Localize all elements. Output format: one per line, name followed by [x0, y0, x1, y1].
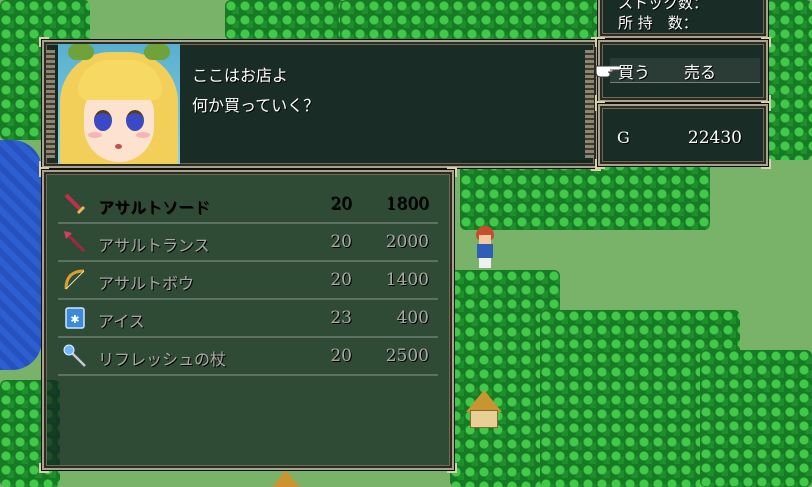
sell-command[interactable]: 売る — [684, 59, 716, 83]
item-name: アサルトランス — [98, 236, 210, 255]
dialog-line-1: ここはお店よ — [192, 66, 289, 85]
item-price: 400 — [396, 308, 429, 328]
sword-icon — [64, 193, 86, 215]
shop-item-row[interactable]: リフレッシュの杖 20 2500 — [58, 338, 438, 376]
shop-item-row[interactable]: アサルトソード 20 1800 — [58, 186, 438, 224]
stock-status-window: ストック数： 所 持 数： — [597, 0, 769, 39]
item-name: アサルトソード — [98, 198, 211, 217]
owned-label: 所 持 数： — [618, 14, 698, 32]
shop-item-row[interactable]: アサルトランス 20 2000 — [58, 224, 438, 262]
bow-icon — [64, 269, 85, 290]
svg-text:✱: ✱ — [70, 313, 79, 326]
item-stock: 20 — [330, 232, 352, 252]
dialog-line-2: 何か買っていく？ — [192, 96, 320, 115]
item-price: 2000 — [385, 232, 429, 252]
shop-item-row[interactable]: ✱ アイス 23 400 — [58, 300, 438, 338]
item-name: アイス — [98, 312, 145, 331]
spear-icon — [63, 230, 86, 253]
item-stock: 20 — [330, 270, 352, 290]
gold-label: G — [617, 128, 630, 147]
village-house — [466, 390, 502, 428]
shop-item-row[interactable]: アサルトボウ 20 1400 — [58, 262, 438, 300]
book-icon: ✱ — [65, 307, 85, 329]
gold-value: 22430 — [687, 128, 742, 148]
item-name: リフレッシュの杖 — [98, 350, 227, 369]
village-house — [268, 470, 304, 487]
item-stock: 23 — [330, 308, 352, 328]
staff-icon — [63, 344, 86, 367]
item-name: アサルトボウ — [98, 274, 195, 293]
item-price: 1800 — [385, 194, 429, 214]
item-price: 2500 — [385, 346, 429, 366]
player-character — [474, 226, 496, 270]
item-stock: 20 — [330, 346, 352, 366]
item-stock: 20 — [330, 194, 352, 214]
buy-command[interactable]: 買う — [618, 59, 650, 83]
shopkeeper-portrait — [58, 44, 180, 164]
item-price: 1400 — [385, 270, 429, 290]
